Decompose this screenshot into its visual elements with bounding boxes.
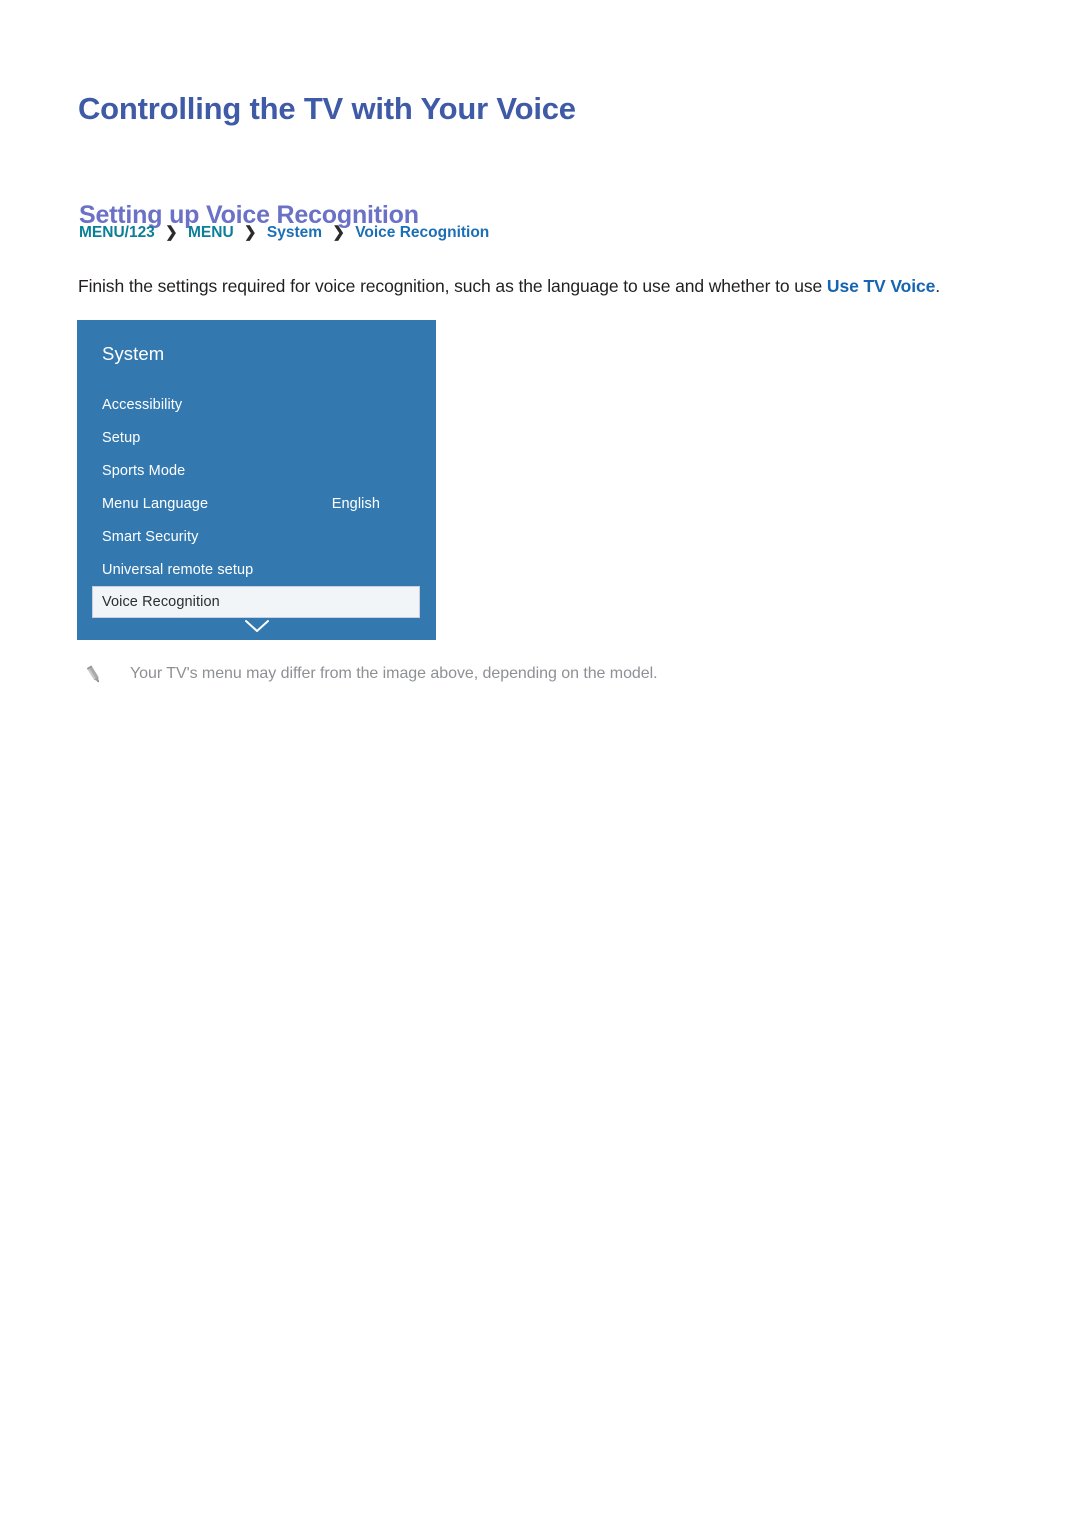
- tv-menu-item-menu-language[interactable]: Menu Language English: [77, 487, 436, 520]
- tv-menu-scroll-down[interactable]: [77, 618, 436, 634]
- breadcrumb-item-system[interactable]: System: [267, 224, 322, 241]
- chevron-right-icon: ❯: [165, 223, 178, 241]
- breadcrumb-item-menu123[interactable]: MENU/123: [79, 224, 155, 241]
- note-row: Your TV's menu may differ from the image…: [82, 662, 982, 687]
- tv-menu-panel-title: System: [102, 343, 165, 364]
- tv-menu-item-label: Accessibility: [102, 396, 183, 413]
- tv-menu-item-universal-remote-setup[interactable]: Universal remote setup: [77, 553, 436, 586]
- intro-link-use-tv-voice[interactable]: Use TV Voice: [827, 276, 935, 296]
- tv-menu-panel: System Accessibility Setup Sports Mode M…: [77, 320, 436, 640]
- tv-menu-list: Accessibility Setup Sports Mode Menu Lan…: [77, 388, 436, 618]
- document-page: Controlling the TV with Your Voice Setti…: [0, 0, 1080, 1527]
- tv-menu-item-label: Setup: [102, 429, 141, 446]
- note-text: Your TV's menu may differ from the image…: [130, 665, 658, 682]
- chevron-down-icon: [244, 620, 269, 632]
- tv-menu-item-label: Sports Mode: [102, 462, 186, 479]
- page-title: Controlling the TV with Your Voice: [78, 90, 576, 126]
- tv-menu-item-value: English: [331, 495, 380, 512]
- tv-menu-item-smart-security[interactable]: Smart Security: [77, 520, 436, 553]
- tv-menu-item-voice-recognition[interactable]: Voice Recognition: [92, 586, 420, 618]
- tv-menu-item-label: Voice Recognition: [102, 594, 220, 610]
- breadcrumb-item-voice-recognition[interactable]: Voice Recognition: [355, 224, 489, 241]
- pencil-icon: [86, 665, 99, 683]
- chevron-right-icon: ❯: [332, 223, 345, 241]
- intro-paragraph: Finish the settings required for voice r…: [78, 273, 1003, 299]
- tv-menu-item-accessibility[interactable]: Accessibility: [77, 388, 436, 421]
- intro-text-before: Finish the settings required for voice r…: [78, 275, 827, 296]
- breadcrumb: MENU/123 ❯ MENU ❯ System ❯ Voice Recogni…: [79, 222, 489, 244]
- tv-menu-item-label: Universal remote setup: [102, 561, 254, 578]
- tv-menu-item-label: Smart Security: [102, 528, 199, 545]
- tv-menu-item-setup[interactable]: Setup: [77, 421, 436, 454]
- intro-text-after: .: [935, 275, 941, 296]
- breadcrumb-item-menu[interactable]: MENU: [188, 224, 234, 241]
- tv-menu-item-sports-mode[interactable]: Sports Mode: [77, 454, 436, 487]
- chevron-right-icon: ❯: [243, 223, 257, 241]
- tv-menu-item-label: Menu Language: [102, 495, 209, 512]
